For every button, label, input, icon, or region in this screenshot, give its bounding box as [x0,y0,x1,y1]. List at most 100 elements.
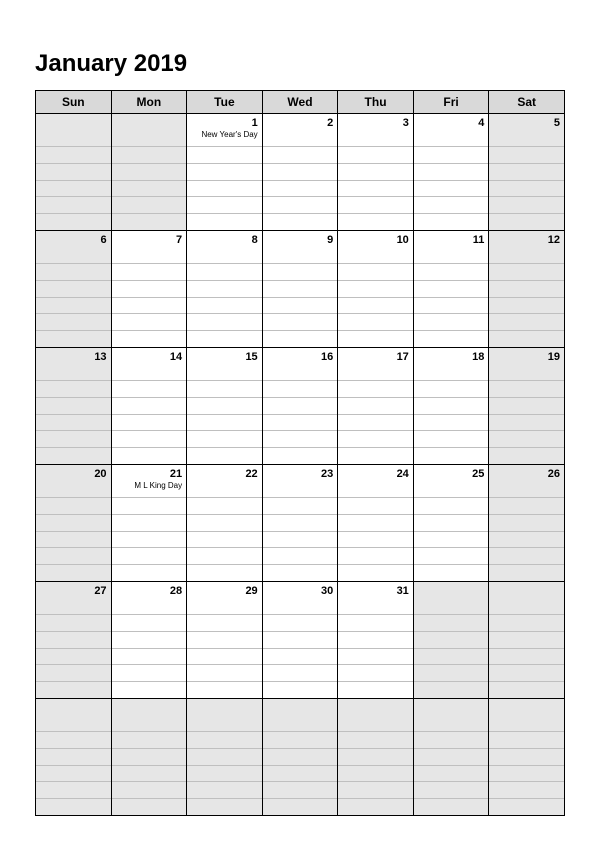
note-lines [36,146,111,230]
calendar-day-cell: 16 [262,348,338,465]
calendar-day-cell [338,699,414,816]
note-lines [489,263,564,347]
day-number: 10 [338,231,413,247]
note-lines [187,380,262,464]
day-number: 20 [36,465,111,481]
calendar-day-cell [36,114,112,231]
weekday-header: Sun [36,91,112,114]
day-number: 17 [338,348,413,364]
weekday-header: Thu [338,91,414,114]
note-lines [338,380,413,464]
note-lines [263,497,338,581]
calendar-day-cell: 4 [413,114,489,231]
day-number: 9 [263,231,338,247]
day-number: 16 [263,348,338,364]
note-lines [414,497,489,581]
note-lines [112,146,187,230]
calendar-day-cell: 24 [338,465,414,582]
calendar-day-cell: 23 [262,465,338,582]
calendar-day-cell [187,699,263,816]
calendar-day-cell: 20 [36,465,112,582]
note-lines [338,731,413,815]
calendar-day-cell: 6 [36,231,112,348]
calendar-day-cell: 30 [262,582,338,699]
weekday-header-row: Sun Mon Tue Wed Thu Fri Sat [36,91,565,114]
note-lines [187,731,262,815]
calendar-day-cell [413,699,489,816]
calendar-day-cell: 15 [187,348,263,465]
note-lines [112,614,187,698]
calendar-day-cell: 12 [489,231,565,348]
day-number: 12 [489,231,564,247]
note-lines [112,263,187,347]
calendar-day-cell: 21M L King Day [111,465,187,582]
day-number: 28 [112,582,187,598]
calendar-day-cell: 18 [413,348,489,465]
note-lines [112,731,187,815]
day-number: 4 [414,114,489,130]
note-lines [414,146,489,230]
calendar-day-cell [111,699,187,816]
calendar-week-row: 2728293031 [36,582,565,699]
note-lines [263,146,338,230]
note-lines [489,731,564,815]
day-number: 21 [112,465,187,481]
day-number: 18 [414,348,489,364]
calendar-day-cell [262,699,338,816]
calendar-day-cell: 9 [262,231,338,348]
day-number: 22 [187,465,262,481]
day-number: 5 [489,114,564,130]
day-number: 30 [263,582,338,598]
day-number: 26 [489,465,564,481]
note-lines [36,497,111,581]
calendar-day-cell: 25 [413,465,489,582]
calendar-day-cell: 3 [338,114,414,231]
calendar-day-cell: 14 [111,348,187,465]
day-number: 15 [187,348,262,364]
note-lines [338,146,413,230]
note-lines [338,614,413,698]
note-lines [36,380,111,464]
note-lines [187,146,262,230]
calendar-day-cell: 11 [413,231,489,348]
note-lines [112,380,187,464]
day-number: 31 [338,582,413,598]
day-number: 23 [263,465,338,481]
day-number: 11 [414,231,489,247]
note-lines [489,614,564,698]
calendar-week-row [36,699,565,816]
calendar-day-cell [489,582,565,699]
note-lines [36,731,111,815]
note-lines [187,614,262,698]
calendar-day-cell: 29 [187,582,263,699]
day-number: 6 [36,231,111,247]
calendar-week-row: 2021M L King Day2223242526 [36,465,565,582]
calendar-day-cell [413,582,489,699]
note-lines [414,263,489,347]
day-number: 14 [112,348,187,364]
calendar-week-row: 13141516171819 [36,348,565,465]
note-lines [263,731,338,815]
weekday-header: Mon [111,91,187,114]
note-lines [36,614,111,698]
note-lines [338,263,413,347]
note-lines [489,146,564,230]
calendar-day-cell [111,114,187,231]
calendar-day-cell: 7 [111,231,187,348]
calendar-day-cell: 19 [489,348,565,465]
weekday-header: Sat [489,91,565,114]
weekday-header: Wed [262,91,338,114]
note-lines [263,263,338,347]
day-number: 25 [414,465,489,481]
calendar-week-row: 1New Year's Day2345 [36,114,565,231]
day-number: 1 [187,114,262,130]
calendar-week-row: 6789101112 [36,231,565,348]
calendar-grid: Sun Mon Tue Wed Thu Fri Sat 1New Year's … [35,90,565,816]
note-lines [489,497,564,581]
note-lines [263,380,338,464]
note-lines [414,614,489,698]
weekday-header: Tue [187,91,263,114]
calendar-day-cell: 8 [187,231,263,348]
note-lines [414,731,489,815]
calendar-day-cell [36,699,112,816]
